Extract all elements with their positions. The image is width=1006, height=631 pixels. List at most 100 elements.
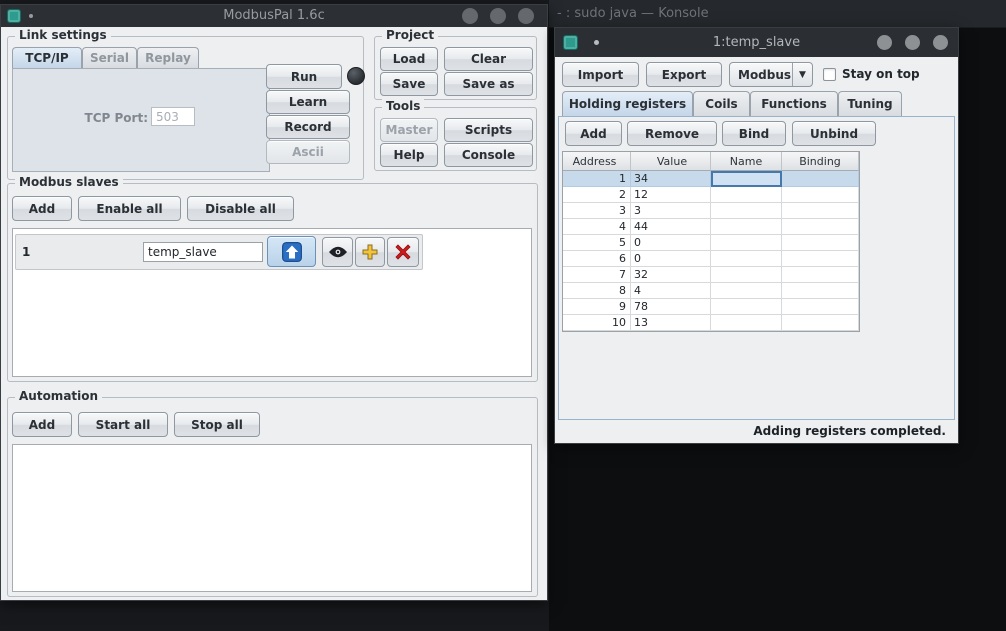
- cell-name[interactable]: [711, 171, 782, 187]
- cell-value[interactable]: 44: [631, 219, 711, 235]
- cell-name[interactable]: [711, 315, 782, 331]
- slave-maximize-button[interactable]: [905, 35, 920, 50]
- unbind-button[interactable]: Unbind: [792, 121, 876, 146]
- cell-value[interactable]: 0: [631, 251, 711, 267]
- cell-binding[interactable]: [782, 251, 859, 267]
- help-button[interactable]: Help: [380, 143, 438, 167]
- cell-binding[interactable]: [782, 171, 859, 187]
- cell-binding[interactable]: [782, 267, 859, 283]
- run-button[interactable]: Run: [266, 64, 342, 89]
- tab-tcpip[interactable]: TCP/IP: [12, 47, 82, 68]
- table-row[interactable]: 1 34: [563, 171, 859, 187]
- cell-address[interactable]: 1: [563, 171, 631, 187]
- main-titlebar[interactable]: ModbusPal 1.6c: [1, 5, 547, 27]
- tab-replay[interactable]: Replay: [137, 47, 199, 68]
- learn-button[interactable]: Learn: [266, 90, 350, 114]
- column-header-binding[interactable]: Binding: [782, 152, 859, 171]
- console-button[interactable]: Console: [444, 143, 533, 167]
- konsole-titlebar[interactable]: - : sudo java — Konsole: [549, 0, 1006, 28]
- add-register-button[interactable]: Add: [565, 121, 622, 146]
- slave-name-input[interactable]: [143, 242, 263, 262]
- tab-holding-registers[interactable]: Holding registers: [562, 91, 693, 116]
- add-automation-button[interactable]: Add: [12, 412, 72, 437]
- remove-register-button[interactable]: Remove: [627, 121, 717, 146]
- table-row[interactable]: 5 0: [563, 235, 859, 251]
- cell-binding[interactable]: [782, 203, 859, 219]
- minimize-button[interactable]: [462, 8, 478, 24]
- table-row[interactable]: 8 4: [563, 283, 859, 299]
- save-as-button[interactable]: Save as: [444, 72, 533, 96]
- cell-name[interactable]: [711, 235, 782, 251]
- cell-address[interactable]: 9: [563, 299, 631, 315]
- cell-value[interactable]: 0: [631, 235, 711, 251]
- cell-value[interactable]: 3: [631, 203, 711, 219]
- cell-name[interactable]: [711, 219, 782, 235]
- cell-value[interactable]: 12: [631, 187, 711, 203]
- cell-address[interactable]: 8: [563, 283, 631, 299]
- slave-delete-button[interactable]: [387, 237, 419, 267]
- stop-all-button[interactable]: Stop all: [174, 412, 260, 437]
- export-button[interactable]: Export: [646, 62, 722, 87]
- table-row[interactable]: 7 32: [563, 267, 859, 283]
- table-row[interactable]: 2 12: [563, 187, 859, 203]
- disable-all-button[interactable]: Disable all: [187, 196, 294, 221]
- cell-name[interactable]: [711, 203, 782, 219]
- column-header-name[interactable]: Name: [711, 152, 782, 171]
- cell-value[interactable]: 4: [631, 283, 711, 299]
- table-row[interactable]: 3 3: [563, 203, 859, 219]
- cell-address[interactable]: 5: [563, 235, 631, 251]
- table-row[interactable]: 9 78: [563, 299, 859, 315]
- table-row[interactable]: 4 44: [563, 219, 859, 235]
- stay-on-top-checkbox[interactable]: [823, 68, 836, 81]
- tab-serial[interactable]: Serial: [82, 47, 137, 68]
- slave-titlebar[interactable]: 1:temp_slave: [555, 28, 958, 57]
- load-button[interactable]: Load: [380, 47, 438, 71]
- cell-name[interactable]: [711, 267, 782, 283]
- bind-button[interactable]: Bind: [722, 121, 786, 146]
- tab-functions[interactable]: Functions: [750, 91, 838, 116]
- cell-name[interactable]: [711, 283, 782, 299]
- slave-duplicate-button[interactable]: [355, 237, 385, 267]
- cell-address[interactable]: 6: [563, 251, 631, 267]
- cell-binding[interactable]: [782, 283, 859, 299]
- cell-address[interactable]: 7: [563, 267, 631, 283]
- table-row[interactable]: 6 0: [563, 251, 859, 267]
- cell-value[interactable]: 78: [631, 299, 711, 315]
- scripts-button[interactable]: Scripts: [444, 118, 533, 142]
- cell-address[interactable]: 2: [563, 187, 631, 203]
- start-all-button[interactable]: Start all: [78, 412, 168, 437]
- slave-view-button[interactable]: [322, 237, 353, 267]
- tab-tuning[interactable]: Tuning: [838, 91, 902, 116]
- cell-address[interactable]: 3: [563, 203, 631, 219]
- add-slave-button[interactable]: Add: [12, 196, 72, 221]
- cell-address[interactable]: 10: [563, 315, 631, 331]
- cell-value[interactable]: 34: [631, 171, 711, 187]
- slave-minimize-button[interactable]: [877, 35, 892, 50]
- save-button[interactable]: Save: [380, 72, 438, 96]
- tab-coils[interactable]: Coils: [693, 91, 750, 116]
- cell-binding[interactable]: [782, 315, 859, 331]
- column-header-address[interactable]: Address: [563, 152, 631, 171]
- slave-enable-toggle[interactable]: [267, 236, 316, 267]
- cell-name[interactable]: [711, 299, 782, 315]
- maximize-button[interactable]: [490, 8, 506, 24]
- clear-button[interactable]: Clear: [444, 47, 533, 71]
- cell-value[interactable]: 32: [631, 267, 711, 283]
- modbus-protocol-select[interactable]: Modbus ▼: [729, 62, 813, 87]
- cell-address[interactable]: 4: [563, 219, 631, 235]
- cell-binding[interactable]: [782, 187, 859, 203]
- table-row[interactable]: 10 13: [563, 315, 859, 331]
- cell-binding[interactable]: [782, 299, 859, 315]
- cell-binding[interactable]: [782, 235, 859, 251]
- cell-name[interactable]: [711, 187, 782, 203]
- cell-value[interactable]: 13: [631, 315, 711, 331]
- column-header-value[interactable]: Value: [631, 152, 711, 171]
- record-button[interactable]: Record: [266, 115, 350, 139]
- close-button[interactable]: [518, 8, 534, 24]
- import-button[interactable]: Import: [562, 62, 639, 87]
- cell-name[interactable]: [711, 251, 782, 267]
- enable-all-button[interactable]: Enable all: [78, 196, 181, 221]
- slave-close-button[interactable]: [933, 35, 948, 50]
- tcp-port-input[interactable]: [151, 107, 195, 126]
- cell-binding[interactable]: [782, 219, 859, 235]
